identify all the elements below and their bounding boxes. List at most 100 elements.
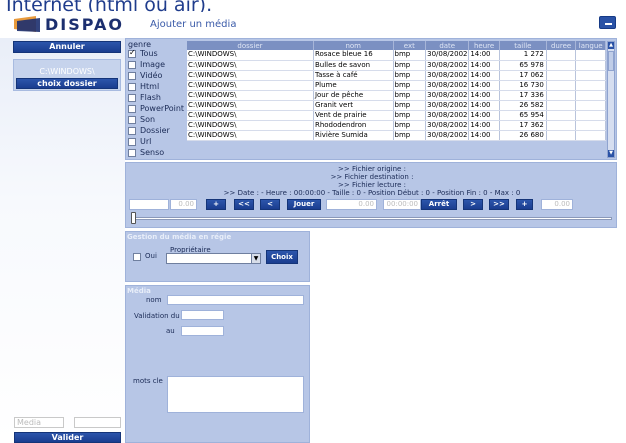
- cell: 30/08/2002: [425, 100, 470, 111]
- checkbox-icon[interactable]: [128, 71, 136, 80]
- scroll-down-icon[interactable]: ▼: [608, 150, 614, 157]
- genre-item-image[interactable]: Image: [128, 60, 165, 71]
- app-header: DISPAO Ajouter un média: [0, 12, 626, 36]
- file-info-line: >> Date : - Heure : 00:00:00 - Taille : …: [223, 189, 521, 197]
- cell: 30/08/2002: [425, 80, 470, 91]
- column-header-ext[interactable]: ext: [393, 41, 427, 50]
- column-header-duree[interactable]: duree: [546, 41, 577, 50]
- cell: 17 336: [499, 90, 547, 101]
- checkbox-icon[interactable]: [128, 104, 136, 113]
- table-row[interactable]: C:\WINDOWS\ Jour de pêche bmp 30/08/2002 14:…: [187, 90, 606, 101]
- validation-to-field[interactable]: [181, 326, 224, 336]
- table-row[interactable]: C:\WINDOWS\ Tasse à café bmp 30/08/2002 14:0…: [187, 70, 606, 81]
- checkbox-icon[interactable]: [128, 48, 136, 58]
- cell: Vent de prairie: [313, 110, 394, 121]
- cell: bmp: [393, 70, 427, 81]
- end-position-field[interactable]: 0.00: [541, 199, 573, 210]
- checkbox-icon[interactable]: [128, 60, 136, 69]
- table-row[interactable]: C:\WINDOWS\ Rivière Sumida bmp 30/08/2002 14…: [187, 130, 606, 141]
- genre-item-flash[interactable]: Flash: [128, 93, 161, 104]
- cell: [546, 50, 577, 61]
- chevron-down-icon[interactable]: ▼: [251, 254, 260, 263]
- genre-item-senso[interactable]: Senso: [128, 148, 164, 159]
- player-panel: >> Fichier origine : >> Fichier destinat…: [125, 162, 617, 228]
- checkbox-icon[interactable]: [128, 115, 136, 124]
- checkbox-icon[interactable]: [128, 82, 136, 91]
- cell: [575, 80, 606, 91]
- cell: [546, 100, 577, 111]
- genre-item-dossier[interactable]: Dossier: [128, 126, 170, 137]
- cell: [575, 110, 606, 121]
- cancel-button[interactable]: Annuler: [13, 41, 121, 53]
- cell: 30/08/2002: [425, 70, 470, 81]
- genre-item-video[interactable]: Vidéo: [128, 71, 162, 82]
- fast-forward-button[interactable]: >>: [489, 199, 509, 210]
- table-row[interactable]: C:\WINDOWS\ Rhododendron bmp 30/08/2002 14:0…: [187, 120, 606, 131]
- table-row[interactable]: C:\WINDOWS\ Rosace bleue 16 bmp 30/08/2002 1…: [187, 50, 606, 61]
- table-row[interactable]: C:\WINDOWS\ Plume bmp 30/08/2002 14:00 16 730: [187, 80, 606, 91]
- column-header-taille[interactable]: taille: [499, 41, 547, 50]
- table-row[interactable]: C:\WINDOWS\ Vent de prairie bmp 30/08/2002 1…: [187, 110, 606, 121]
- column-header-nom[interactable]: nom: [313, 41, 394, 50]
- cell: C:\WINDOWS\: [187, 50, 314, 61]
- genre-item-url[interactable]: Url: [128, 137, 151, 148]
- checkbox-icon[interactable]: [128, 137, 136, 146]
- cell: 14:00: [468, 130, 500, 141]
- table-scrollbar[interactable]: ▲ ▼: [607, 41, 615, 158]
- column-header-heure[interactable]: heure: [468, 41, 500, 50]
- scroll-thumb[interactable]: [608, 51, 614, 71]
- cell: 14:00: [468, 70, 500, 81]
- media-input[interactable]: Media: [14, 417, 64, 428]
- time-field[interactable]: 00:00:00: [383, 199, 421, 210]
- genre-item-son[interactable]: Son: [128, 115, 155, 126]
- checkbox-icon[interactable]: [128, 126, 136, 135]
- column-header-dossier[interactable]: dossier: [187, 41, 314, 50]
- add-end-button[interactable]: +: [516, 199, 533, 210]
- minimize-icon: [605, 23, 612, 25]
- read-line: >> Fichier lecture :: [338, 181, 406, 189]
- add-start-button[interactable]: +: [206, 199, 226, 210]
- checkbox-icon[interactable]: [128, 148, 136, 157]
- rewind-button[interactable]: <<: [234, 199, 254, 210]
- owner-select[interactable]: ▼: [166, 253, 261, 264]
- genre-item-html[interactable]: Html: [128, 82, 159, 93]
- column-header-langue[interactable]: langue: [575, 41, 606, 50]
- scroll-up-icon[interactable]: ▲: [608, 42, 614, 49]
- slider-handle[interactable]: [131, 212, 136, 224]
- start-field-blank[interactable]: [129, 199, 169, 210]
- stop-button[interactable]: Arrêt: [421, 199, 457, 210]
- destination-line: >> Fichier destination :: [330, 173, 414, 181]
- genre-item-label: Url: [140, 137, 152, 146]
- genre-item-tous[interactable]: Tous: [128, 48, 158, 60]
- minimize-button[interactable]: [599, 16, 616, 29]
- logo-text: DISPAO: [45, 15, 124, 34]
- table-row[interactable]: C:\WINDOWS\ Bulles de savon bmp 30/08/2002 1…: [187, 60, 606, 71]
- choix-button[interactable]: Choix: [266, 250, 298, 264]
- position-slider[interactable]: [132, 217, 612, 220]
- choose-folder-button[interactable]: choix dossier: [16, 78, 118, 89]
- genre-item-powerpoint[interactable]: PowerPoint: [128, 104, 184, 115]
- checkbox-icon[interactable]: [128, 93, 136, 102]
- mid-position-field[interactable]: 0.00: [326, 199, 377, 210]
- table-row[interactable]: C:\WINDOWS\ Granit vert bmp 30/08/2002 14:00…: [187, 100, 606, 111]
- column-header-date[interactable]: date: [425, 41, 470, 50]
- keywords-field[interactable]: [167, 376, 304, 413]
- play-button[interactable]: Jouer: [287, 199, 321, 210]
- cell: C:\WINDOWS\: [187, 80, 314, 91]
- cell: C:\WINDOWS\: [187, 110, 314, 121]
- oui-checkbox[interactable]: [133, 253, 141, 261]
- logo-icon: [14, 16, 40, 32]
- validation-from-field[interactable]: [181, 310, 224, 320]
- gestion-panel: Gestion du média en régie Propriétaire O…: [125, 231, 310, 282]
- back-button[interactable]: <: [260, 199, 280, 210]
- cell: Plume: [313, 80, 394, 91]
- forward-button[interactable]: >: [463, 199, 483, 210]
- cell: 65 978: [499, 60, 547, 71]
- validate-button[interactable]: Valider: [14, 432, 121, 443]
- cell: 14:00: [468, 120, 500, 131]
- nom-field[interactable]: [167, 295, 304, 305]
- start-position-field[interactable]: 0.00: [170, 199, 197, 210]
- media-input-secondary[interactable]: [74, 417, 121, 428]
- table-header-row: dossier nom ext date heure taille duree …: [187, 41, 606, 50]
- cell: C:\WINDOWS\: [187, 130, 314, 141]
